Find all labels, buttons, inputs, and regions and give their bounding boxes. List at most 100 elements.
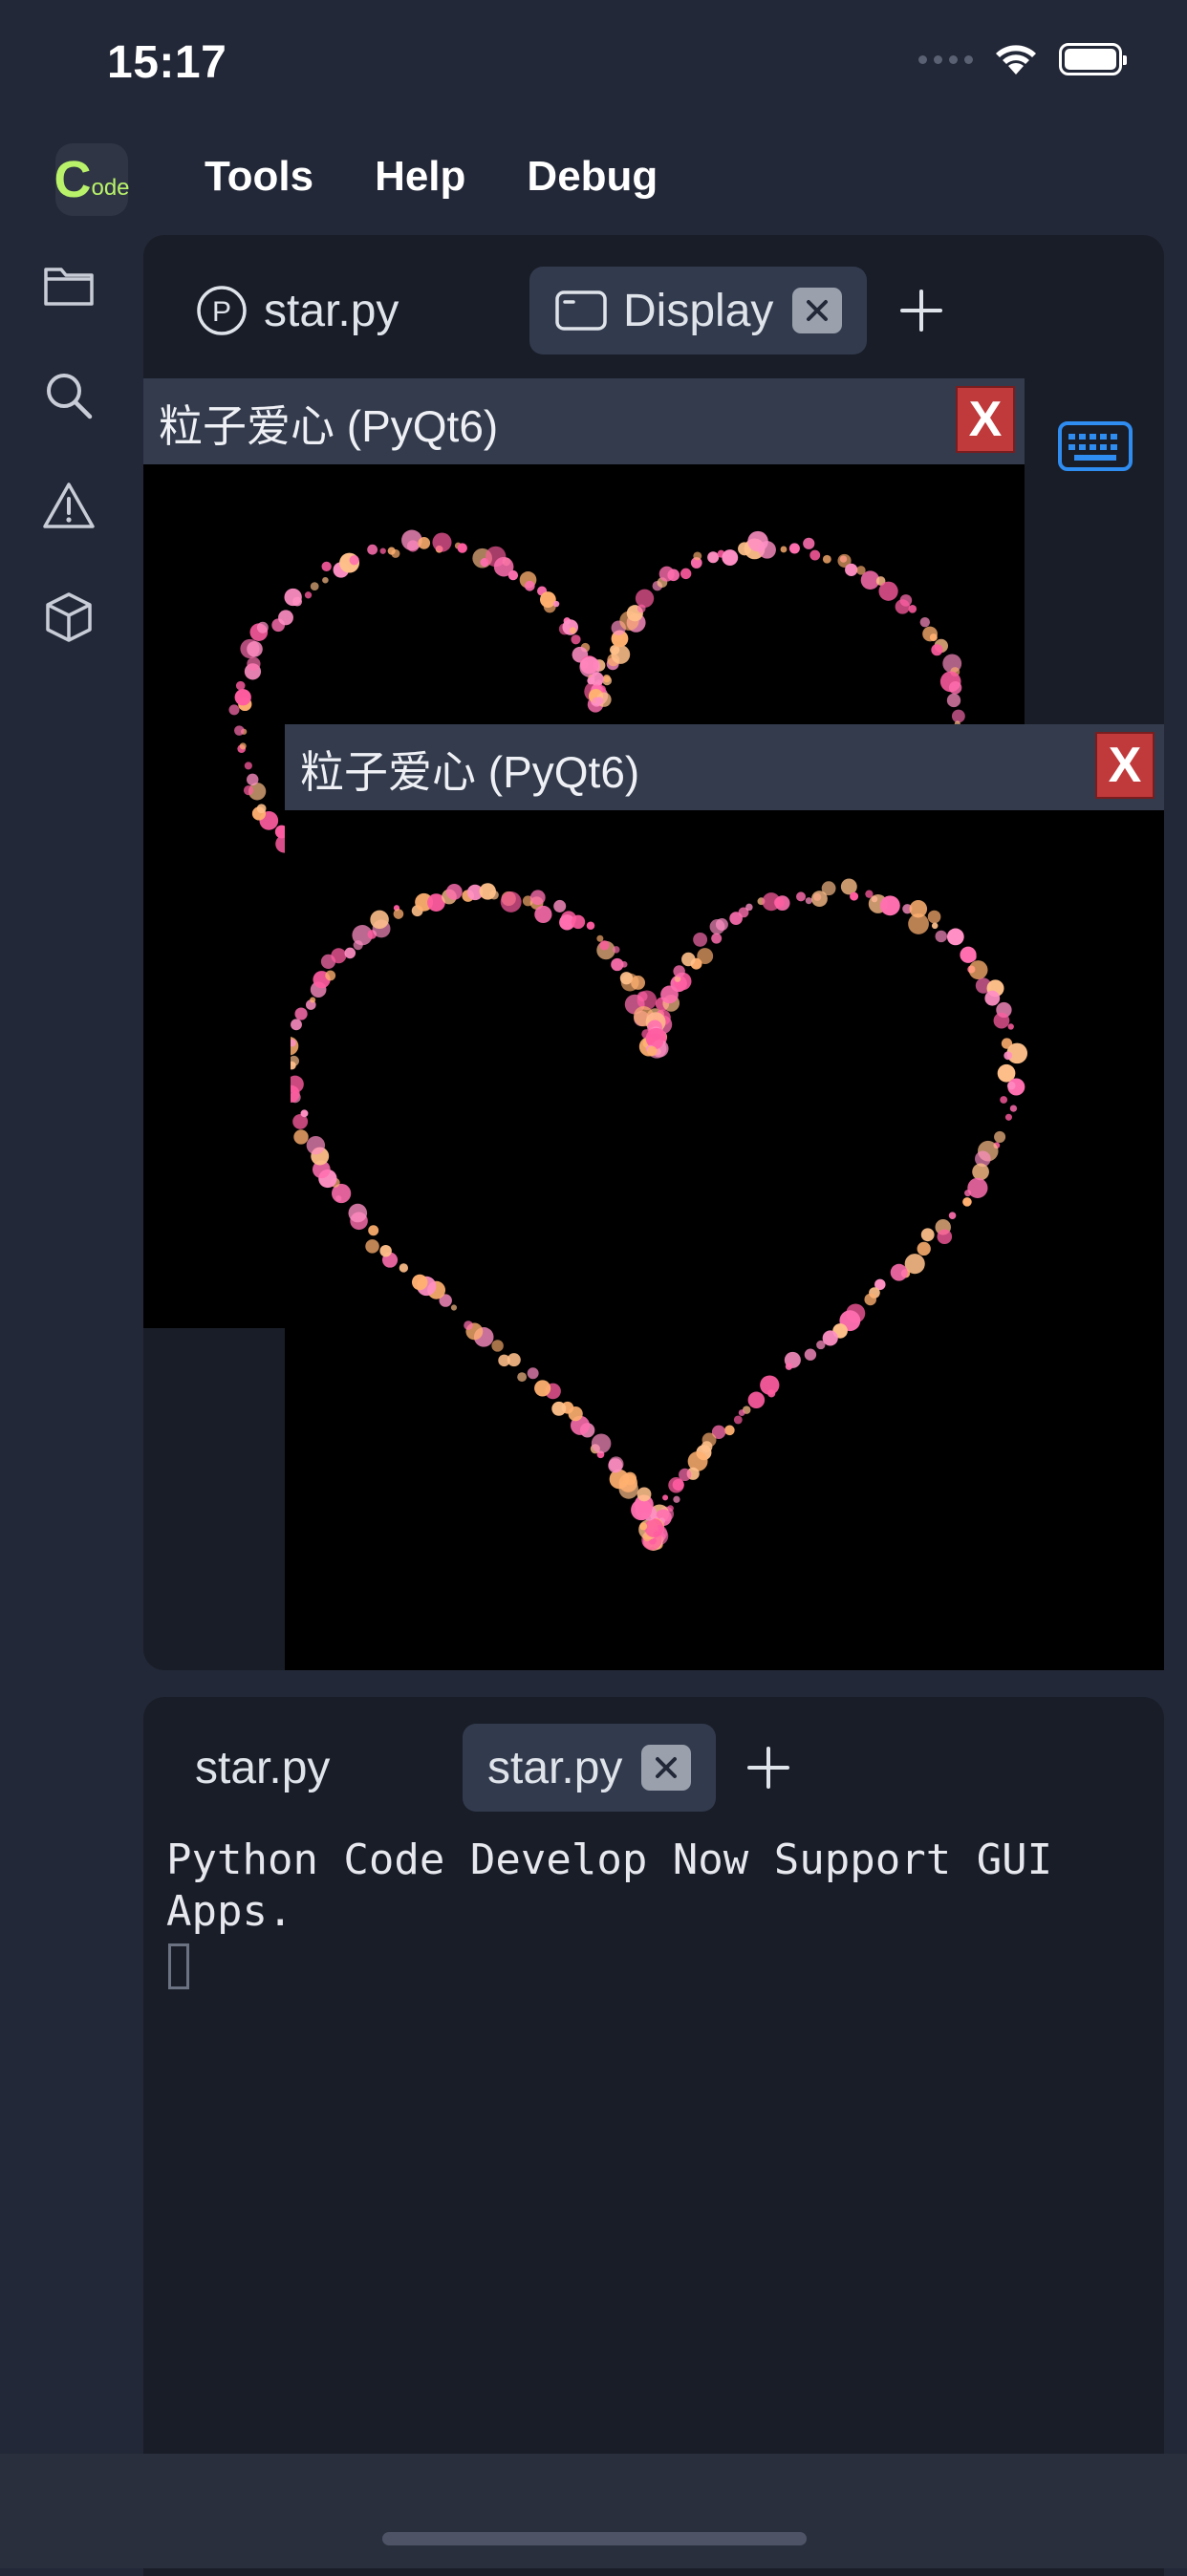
heart-particle xyxy=(966,952,977,962)
close-tab-button[interactable] xyxy=(641,1745,692,1791)
heart-particle xyxy=(821,881,836,896)
heart-particle xyxy=(908,605,917,613)
heart-particle xyxy=(697,948,714,965)
heart-particle xyxy=(344,947,356,959)
heart-particle xyxy=(788,543,800,554)
menu-debug[interactable]: Debug xyxy=(527,153,658,201)
heart-particle xyxy=(631,976,646,990)
heart-particle xyxy=(635,589,655,608)
window-titlebar[interactable]: 粒子爱心 (PyQt6) X xyxy=(143,378,1025,464)
heart-particle xyxy=(300,1109,309,1118)
search-icon[interactable] xyxy=(42,369,96,422)
heart-particle xyxy=(681,952,696,967)
heart-particle xyxy=(758,541,776,559)
heart-particle xyxy=(288,1055,299,1066)
heart-particle xyxy=(234,725,245,736)
heart-particle xyxy=(946,693,961,708)
heart-particle xyxy=(785,1363,793,1370)
heart-particle xyxy=(349,555,359,566)
window-titlebar[interactable]: 粒子爱心 (PyQt6) X xyxy=(285,724,1164,810)
heart-particle xyxy=(931,922,939,930)
python-file-icon: P xyxy=(197,286,247,335)
heart-particle xyxy=(878,581,898,601)
heart-particle xyxy=(571,634,581,645)
heart-particle xyxy=(534,905,552,924)
tab-label: star.py xyxy=(264,285,399,336)
heart-particle xyxy=(644,1518,664,1538)
tab-label: Display xyxy=(623,285,774,336)
heart-particle xyxy=(673,1495,680,1503)
heart-particle xyxy=(592,697,602,707)
heart-particle xyxy=(562,619,578,635)
heart-particle xyxy=(551,1401,567,1416)
heart-particle xyxy=(711,933,723,944)
heart-particle xyxy=(673,965,685,977)
wifi-icon xyxy=(996,45,1036,75)
heart-particle xyxy=(393,909,404,919)
heart-particle xyxy=(1004,1113,1012,1121)
heart-particle xyxy=(411,1274,428,1291)
keyboard-icon[interactable] xyxy=(1057,420,1133,472)
console-output[interactable]: Python Code Develop Now Support GUI Apps… xyxy=(166,1835,1141,1938)
heart-particle xyxy=(637,1487,652,1502)
console-tab-star-py-active[interactable]: star.py xyxy=(463,1724,717,1812)
heart-particle xyxy=(845,563,858,576)
bottom-bar xyxy=(0,2454,1187,2568)
heart-particle xyxy=(680,568,692,580)
heart-particle xyxy=(968,960,988,980)
tab-display[interactable]: Display xyxy=(529,267,868,354)
heart-particle xyxy=(310,997,316,1003)
close-icon xyxy=(807,300,829,321)
heart-particle xyxy=(306,1136,326,1155)
heart-particle xyxy=(927,910,941,924)
close-tab-button[interactable] xyxy=(792,288,843,333)
heart-particle xyxy=(879,895,900,916)
heart-particle xyxy=(571,914,586,930)
heart-particle xyxy=(367,544,378,555)
pyqt-window-front[interactable]: 粒子爱心 (PyQt6) X xyxy=(285,724,1164,1670)
tab-star-py[interactable]: P star.py xyxy=(191,267,499,354)
window-close-button[interactable]: X xyxy=(1095,732,1155,799)
menu-tools[interactable]: Tools xyxy=(205,153,313,201)
heart-particle xyxy=(247,656,261,671)
heart-particle xyxy=(850,891,859,901)
heart-particle xyxy=(278,610,293,626)
window-title: 粒子爱心 (PyQt6) xyxy=(300,747,640,797)
heart-particle xyxy=(445,883,463,900)
add-tab-icon[interactable] xyxy=(897,287,945,334)
heart-particle xyxy=(292,596,303,607)
heart-particle xyxy=(368,1225,379,1236)
home-indicator[interactable] xyxy=(382,2532,807,2545)
package-icon[interactable] xyxy=(42,590,96,644)
heart-particle xyxy=(507,569,519,581)
heart-particle xyxy=(247,640,263,657)
heart-particle xyxy=(908,913,929,934)
heart-particle xyxy=(929,633,938,642)
logo-letter: C xyxy=(54,151,92,208)
heart-particle xyxy=(646,1045,658,1057)
heart-particle xyxy=(602,674,611,683)
heart-particle xyxy=(370,910,389,930)
heart-particle xyxy=(613,946,620,954)
heart-particle xyxy=(500,891,522,912)
heart-particle xyxy=(715,918,728,932)
heart-particle xyxy=(804,1348,817,1361)
add-tab-icon[interactable] xyxy=(745,1744,792,1792)
folder-icon[interactable] xyxy=(42,258,96,311)
heart-particle xyxy=(864,1293,876,1306)
console-tab-star-py[interactable]: star.py xyxy=(195,1724,463,1812)
window-canvas xyxy=(285,816,1158,1664)
menu-help[interactable]: Help xyxy=(375,153,465,201)
heart-particle xyxy=(247,773,259,786)
heart-particle xyxy=(1007,1023,1014,1030)
heart-particle xyxy=(321,561,332,572)
heart-particle xyxy=(256,804,267,814)
window-close-button[interactable]: X xyxy=(956,386,1015,453)
heart-particle xyxy=(816,1340,826,1350)
heart-particle xyxy=(890,1263,908,1281)
heart-particle xyxy=(919,616,931,628)
heart-particle xyxy=(609,1469,630,1490)
warning-icon[interactable] xyxy=(42,480,96,533)
heart-particle xyxy=(937,1229,953,1245)
heart-particle xyxy=(498,1354,510,1367)
